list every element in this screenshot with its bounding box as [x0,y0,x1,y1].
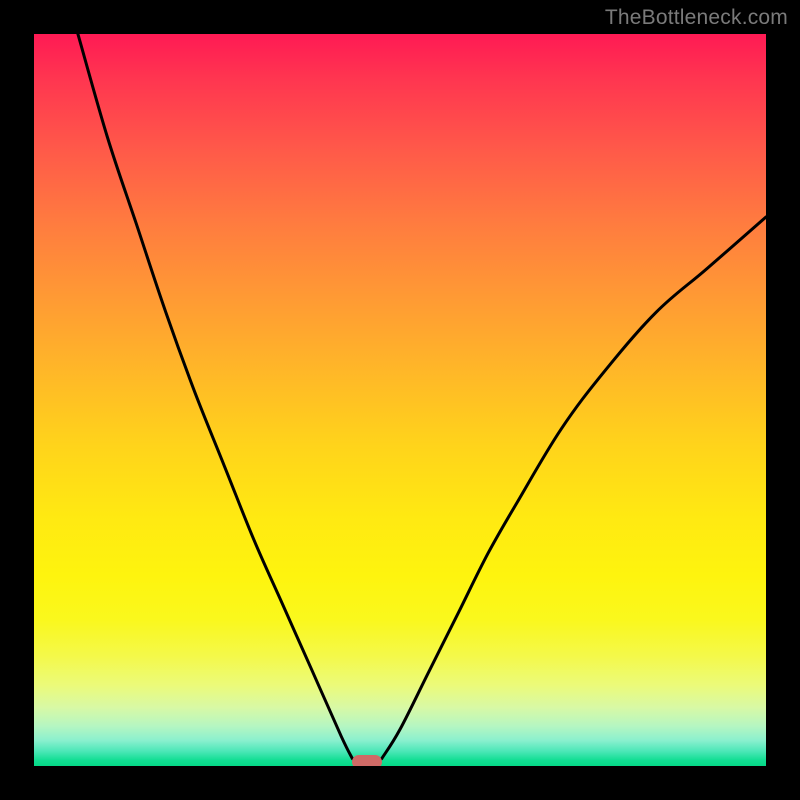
optimal-point-marker [352,755,382,766]
curve-right-branch [382,217,766,759]
chart-frame: TheBottleneck.com [0,0,800,800]
watermark-text: TheBottleneck.com [605,6,788,30]
curve-svg [34,34,766,766]
curve-left-branch [78,34,353,759]
plot-area [34,34,766,766]
